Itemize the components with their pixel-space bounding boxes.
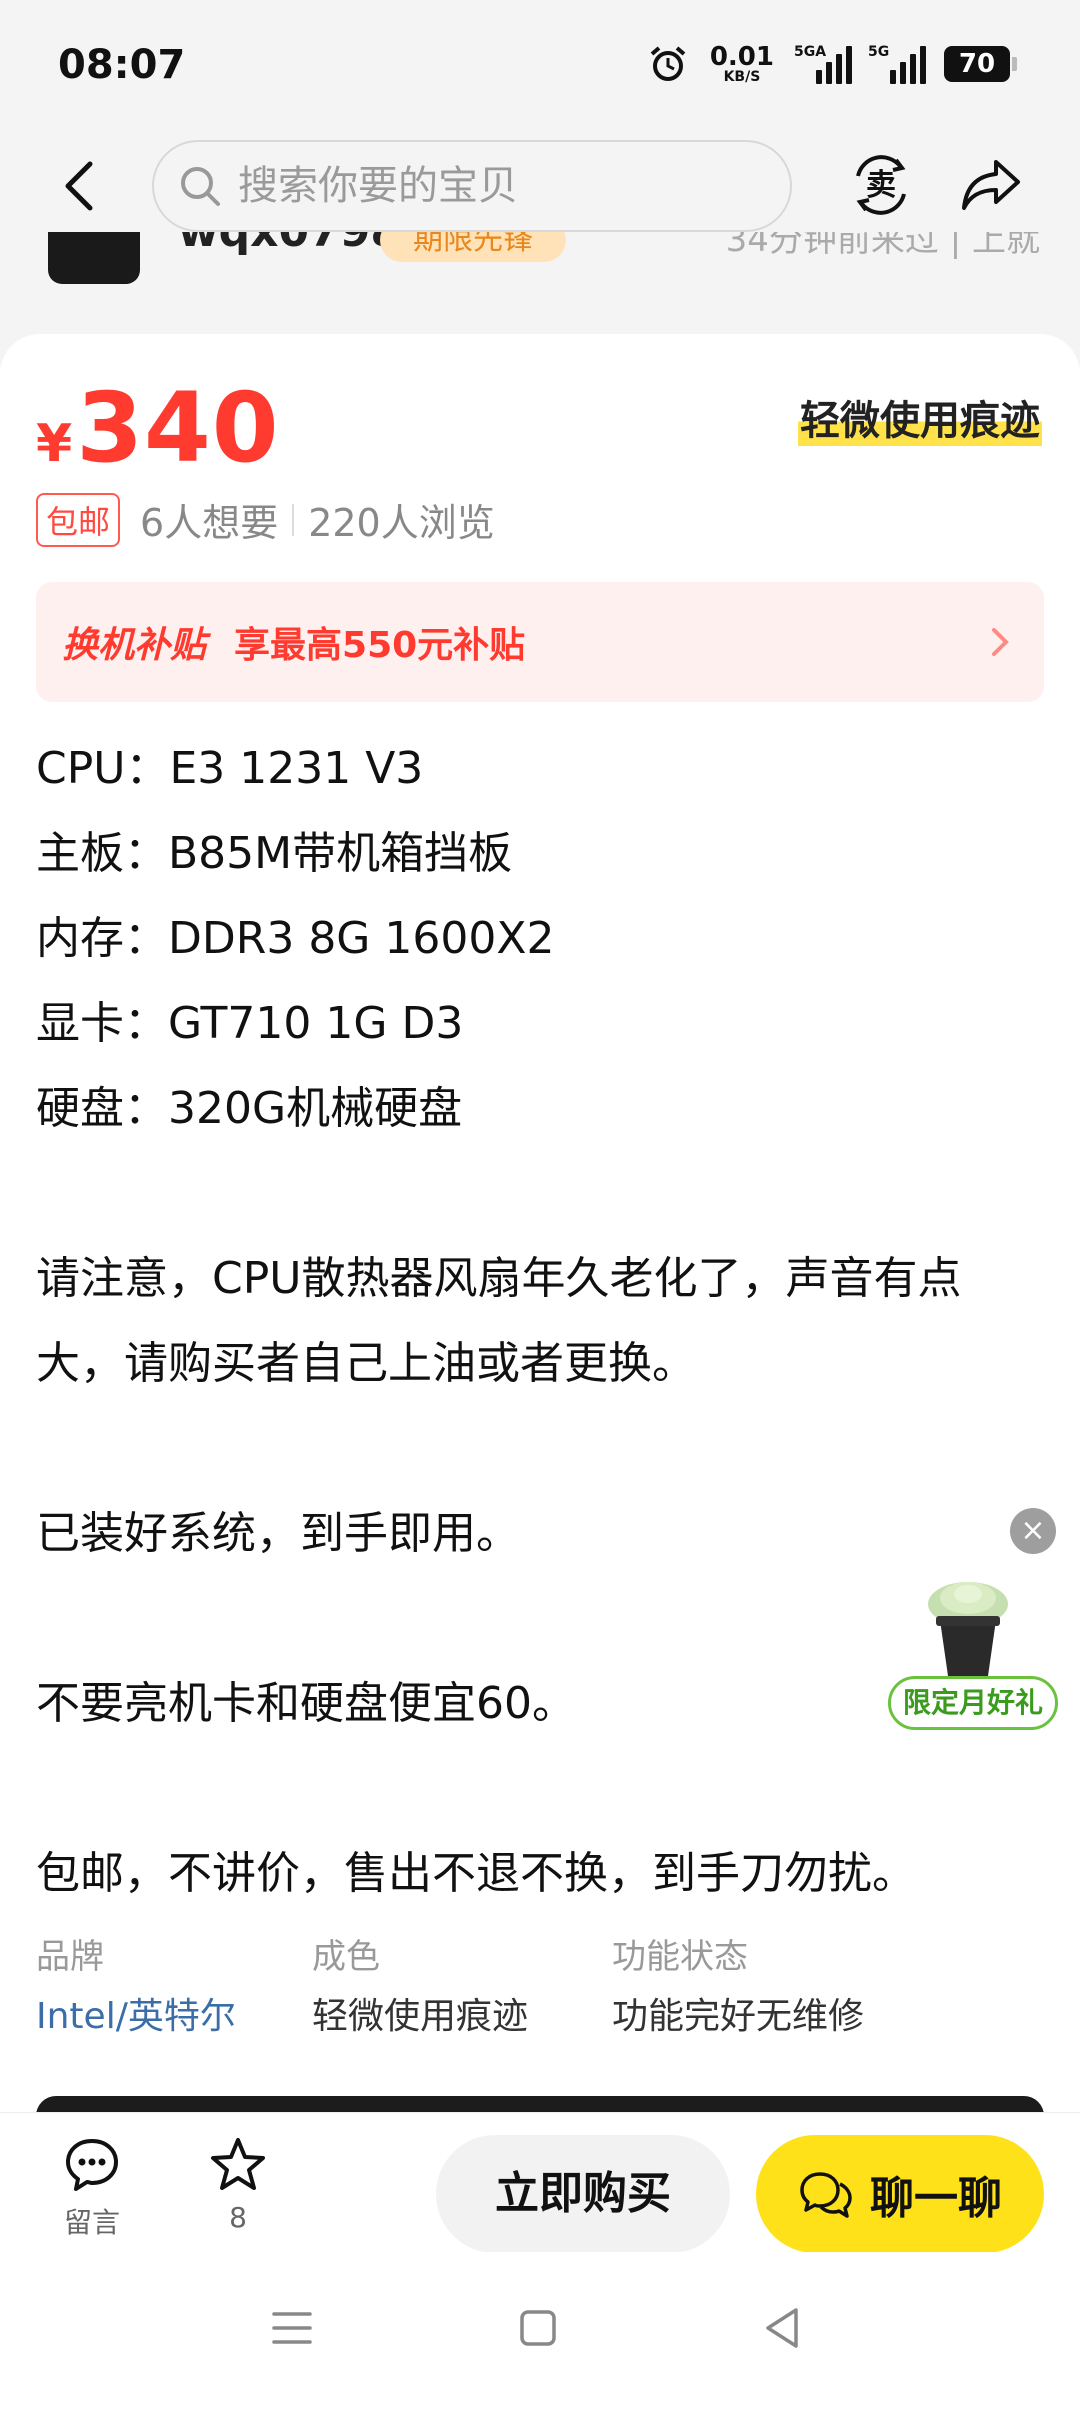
currency-symbol: ¥ bbox=[36, 414, 73, 474]
message-bubble-icon bbox=[66, 2139, 118, 2191]
desc-line: 大，请购买者自己上油或者更换。 bbox=[36, 1338, 696, 1389]
promo-label[interactable]: 限定月好礼 bbox=[888, 1676, 1058, 1730]
net-speed-unit: KB/S bbox=[723, 69, 761, 85]
price-value: 340 bbox=[76, 372, 280, 484]
promo-float[interactable]: × 限定月好礼 bbox=[884, 1508, 1060, 1738]
system-nav-bar bbox=[0, 2252, 1080, 2412]
status-bar: 08:07 0.01 KB/S 5GA 5G 70 bbox=[0, 0, 1080, 140]
subsidy-text: 享最高550元补贴 bbox=[234, 625, 526, 666]
attr-key: 功能状态 bbox=[612, 1937, 748, 1977]
net-speed-value: 0.01 bbox=[709, 42, 774, 72]
signal-5g-icon: 5G bbox=[868, 44, 926, 84]
desc-line: 主板：B85M带机箱挡板 bbox=[36, 828, 513, 879]
top-nav: 卖 bbox=[0, 130, 1080, 240]
message-label: 留言 bbox=[63, 2206, 120, 2239]
product-image[interactable] bbox=[36, 2096, 1044, 2112]
seller-avatar[interactable] bbox=[48, 232, 140, 284]
seller-row[interactable]: wqx0798 期限先锋 34分钟前来过 | 上就 bbox=[0, 232, 1080, 292]
status-time: 08:07 bbox=[58, 42, 186, 88]
status-icons: 0.01 KB/S 5GA 5G 70 bbox=[648, 44, 1017, 84]
favorite-button[interactable]: 8 bbox=[208, 2135, 268, 2234]
seller-name[interactable]: wqx0798 bbox=[178, 232, 401, 257]
battery-level: 70 bbox=[958, 49, 996, 79]
attr-value: 轻微使用痕迹 bbox=[312, 1996, 529, 2037]
attr-key: 成色 bbox=[312, 1937, 380, 1977]
attr-function: 功能状态 功能完好无维修 bbox=[612, 1934, 864, 2040]
attr-value-link[interactable]: Intel/英特尔 bbox=[36, 1994, 236, 2040]
chevron-right-icon bbox=[992, 628, 1009, 656]
desc-line: 显卡：GT710 1G D3 bbox=[36, 998, 464, 1049]
search-box[interactable] bbox=[152, 140, 792, 232]
product-card: ¥ 340 轻微使用痕迹 包邮 6人想要 220人浏览 换机补贴 享最高550元… bbox=[0, 334, 1080, 2112]
desc-line bbox=[36, 1746, 1046, 1831]
desc-line bbox=[36, 1406, 1046, 1491]
desc-line: 包邮，不讲价，售出不退不换，到手刀勿扰。 bbox=[36, 1848, 916, 1899]
home-icon[interactable] bbox=[508, 2298, 568, 2358]
share-icon[interactable] bbox=[958, 152, 1024, 218]
desc-line: 请注意，CPU散热器风扇年久老化了，声音有点 bbox=[36, 1253, 962, 1304]
signal-5ga-tag: 5GA bbox=[794, 44, 827, 60]
attr-condition: 成色 轻微使用痕迹 bbox=[312, 1934, 528, 2040]
back-button[interactable] bbox=[52, 158, 108, 214]
message-button[interactable]: 留言 bbox=[62, 2135, 122, 2241]
attr-value: 功能完好无维修 bbox=[612, 1996, 865, 2037]
alarm-icon bbox=[650, 46, 686, 81]
stats-divider bbox=[292, 503, 295, 536]
attr-key: 品牌 bbox=[36, 1937, 104, 1977]
attr-brand: 品牌 Intel/英特尔 bbox=[36, 1934, 236, 2040]
chat-button[interactable]: 聊一聊 bbox=[756, 2135, 1044, 2253]
seller-meta: 34分钟前来过 | 上就 bbox=[725, 232, 1040, 260]
bottom-action-bar: 留言 8 立即购买 聊一聊 bbox=[0, 2112, 1080, 2253]
back-triangle-icon[interactable] bbox=[754, 2298, 814, 2358]
subsidy-title: 换机补贴 bbox=[62, 625, 207, 666]
buy-now-button[interactable]: 立即购买 bbox=[436, 2135, 730, 2253]
desc-line bbox=[36, 1151, 1046, 1236]
subsidy-banner[interactable]: 换机补贴 享最高550元补贴 bbox=[36, 582, 1044, 702]
chat-icon bbox=[800, 2172, 852, 2218]
chevron-left-icon bbox=[65, 161, 93, 211]
condition-tag: 轻微使用痕迹 bbox=[798, 388, 1042, 446]
stats-row: 包邮 6人想要 220人浏览 bbox=[36, 492, 495, 547]
price: ¥ 340 bbox=[36, 372, 280, 484]
seller-badge: 期限先锋 bbox=[380, 232, 566, 262]
wants-count: 6人想要 bbox=[140, 501, 279, 545]
menu-icon[interactable] bbox=[262, 2298, 322, 2358]
desc-line: 内存：DDR3 8G 1600X2 bbox=[36, 913, 555, 964]
close-icon[interactable]: × bbox=[1010, 1508, 1056, 1554]
desc-line: CPU：E3 1231 V3 bbox=[36, 743, 424, 794]
net-speed: 0.01 KB/S bbox=[710, 44, 774, 84]
succulent-plant-icon bbox=[928, 1582, 1008, 1676]
sell-icon[interactable]: 卖 bbox=[848, 152, 914, 218]
battery-icon: 70 bbox=[944, 46, 1017, 82]
signal-5ga-icon: 5GA bbox=[794, 44, 852, 84]
search-input[interactable] bbox=[238, 163, 758, 209]
star-icon bbox=[211, 2138, 265, 2190]
favorite-count: 8 bbox=[229, 2201, 247, 2234]
svg-text:卖: 卖 bbox=[866, 168, 896, 203]
free-shipping-badge: 包邮 bbox=[36, 492, 121, 547]
desc-line: 硬盘：320G机械硬盘 bbox=[36, 1083, 463, 1134]
views-count: 220人浏览 bbox=[308, 501, 495, 545]
signal-5g-tag: 5G bbox=[868, 44, 890, 60]
chat-label: 聊一聊 bbox=[870, 2173, 1002, 2224]
search-icon bbox=[181, 167, 220, 206]
